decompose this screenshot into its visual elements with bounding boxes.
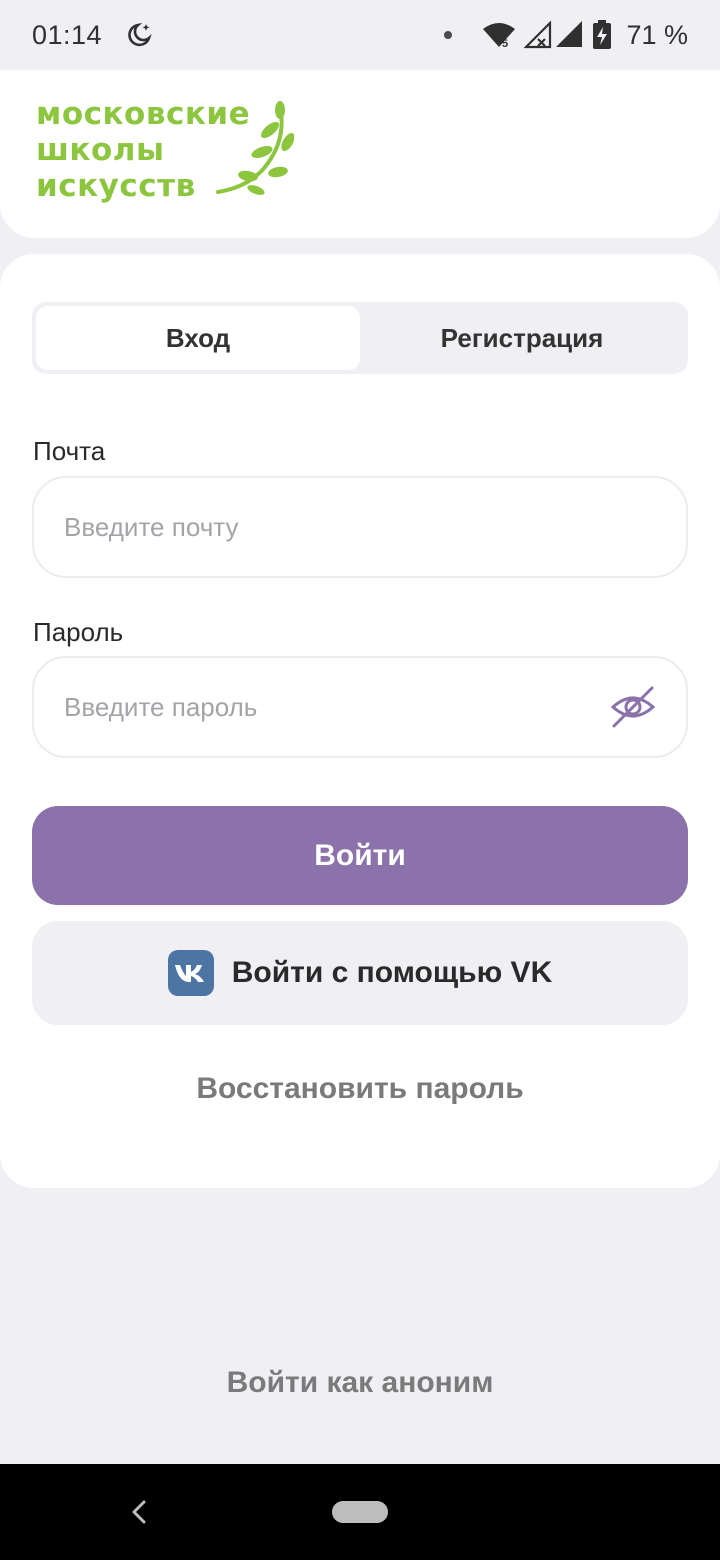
status-bar: 01:14 5 71 % (0, 0, 720, 70)
email-field-container (32, 476, 688, 578)
email-label: Почта (33, 436, 106, 466)
vk-logo-icon (167, 950, 214, 996)
battery-percent: 71 % (626, 19, 688, 50)
tab-registration[interactable]: Регистрация (360, 306, 684, 370)
vk-login-button[interactable]: Войти с помощью VK (32, 921, 688, 1025)
laurel-branch-icon (216, 101, 294, 195)
anonymous-login-link[interactable]: Войти как аноним (0, 1366, 720, 1400)
status-icons: 5 71 % (444, 20, 688, 51)
screen: 01:14 5 71 % московские школы искусств В… (0, 0, 720, 1560)
back-chevron-icon[interactable] (126, 1498, 154, 1526)
restore-password-link[interactable]: Восстановить пароль (0, 1072, 720, 1106)
night-mode-icon (124, 20, 154, 50)
login-card: Вход Регистрация Почта Пароль Войти Войт… (0, 254, 720, 1188)
notification-dot-icon (444, 31, 453, 39)
wifi-icon: 5 (482, 21, 516, 49)
header: московские школы искусств (0, 70, 720, 238)
navigation-bar (0, 1464, 720, 1560)
password-field-container (32, 656, 688, 758)
email-field[interactable] (64, 511, 656, 543)
vk-login-label: Войти с помощью VK (231, 956, 553, 989)
home-pill-button[interactable] (332, 1501, 388, 1523)
auth-tabs: Вход Регистрация (32, 302, 688, 374)
tab-login[interactable]: Вход (36, 306, 360, 370)
login-button[interactable]: Войти (32, 806, 688, 905)
password-label: Пароль (33, 617, 124, 647)
status-time: 01:14 (32, 19, 103, 50)
wifi-band-label: 5 (502, 38, 508, 49)
eye-off-icon[interactable] (610, 684, 656, 730)
password-field[interactable] (64, 691, 600, 723)
cellular-signal-icon (524, 21, 584, 49)
battery-charging-icon (592, 20, 612, 50)
